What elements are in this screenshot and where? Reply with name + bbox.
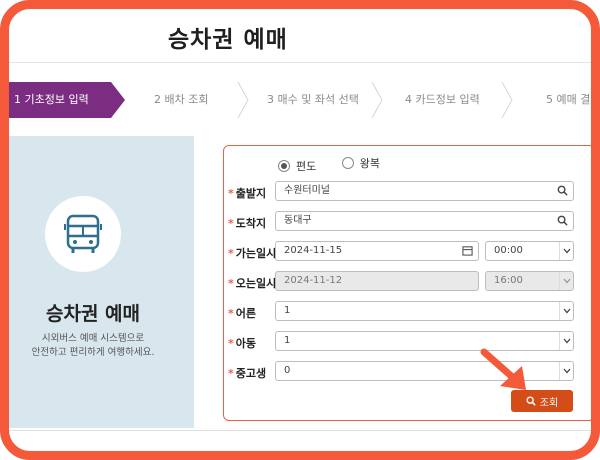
step-chevron-icon (371, 82, 383, 118)
intro-desc-line-1: 시외버스 예매 시스템으로 (41, 333, 145, 344)
student-label: 중고생 (235, 367, 267, 380)
chevron-down-icon (559, 302, 573, 320)
go-time-select[interactable]: 00:00 (485, 241, 574, 261)
step-4-card-info[interactable]: 4 카드정보 입력 (405, 82, 480, 118)
search-button-label: 조회 (539, 397, 559, 409)
intro-title: 승차권 예매 (45, 303, 140, 325)
return-date-value: 2024-11-12 (284, 275, 343, 286)
return-date-input: 2024-11-12 (275, 271, 479, 291)
go-date-value: 2024-11-15 (284, 245, 343, 256)
search-icon[interactable] (557, 215, 568, 226)
page-title: 승차권 예매 (168, 27, 288, 53)
bus-icon (64, 214, 102, 253)
arrow-pointer-icon (480, 348, 526, 390)
chevron-down-icon (559, 242, 573, 260)
chevron-down-icon (559, 272, 573, 290)
intro-desc-line-2: 안전하고 편리하게 여행하세요. (31, 347, 155, 358)
adult-label: 어른 (235, 307, 257, 320)
oneway-radio[interactable]: 편도 (278, 158, 316, 174)
roundtrip-label: 왕복 (359, 157, 380, 170)
child-count-value: 1 (284, 335, 291, 346)
arrival-label: 도착지 (235, 217, 267, 230)
intro-panel: 승차권 예매 시외버스 예매 시스템으로 안전하고 편리하게 여행하세요. (8, 136, 194, 428)
oneway-label: 편도 (296, 160, 317, 173)
radio-selected-icon (278, 160, 290, 172)
step-1-basic-info[interactable]: 1 기초정보 입력 (8, 82, 125, 118)
go-date-input[interactable]: 2024-11-15 (275, 241, 479, 261)
header-divider (8, 62, 592, 63)
arrival-input[interactable]: 동대구 (275, 211, 574, 231)
trip-type-radio-group: 편도 왕복 (278, 155, 402, 174)
radio-unselected-icon (341, 157, 354, 169)
search-icon[interactable] (557, 185, 568, 196)
step-2-dispatch-search[interactable]: 2 배차 조회 (154, 82, 208, 118)
chevron-down-icon (559, 362, 573, 380)
child-row: * 아동 1 (224, 331, 596, 353)
return-time-select: 16:00 (485, 271, 574, 291)
adult-row: * 어른 1 (224, 301, 596, 323)
adult-count-value: 1 (284, 305, 291, 316)
departure-label: 출발지 (235, 187, 267, 200)
step-5-complete[interactable]: 5 예매 결 (546, 82, 590, 118)
departure-input[interactable]: 수원터미널 (275, 181, 574, 201)
departure-value: 수원터미널 (284, 185, 330, 196)
step-chevron-icon (237, 82, 249, 118)
return-date-label: 오는일시 (235, 277, 277, 290)
booking-form: 편도 왕복 * 출발지 수원터미널 * 도착지 동대구 * 가는일시 2024-11-… (223, 145, 595, 421)
bus-icon-badge (45, 196, 121, 272)
step-progress-bar: 1 기초정보 입력 2 배차 조회 3 매수 및 좌석 선택 4 카드정보 입력… (8, 82, 600, 118)
adult-count-select[interactable]: 1 (275, 301, 574, 321)
arrival-value: 동대구 (284, 215, 312, 226)
return-time-value: 16:00 (494, 275, 523, 286)
student-count-value: 0 (284, 365, 291, 376)
bottom-divider (8, 430, 592, 431)
departure-row: * 출발지 수원터미널 (224, 181, 596, 203)
chevron-down-icon (559, 332, 573, 350)
step-3-seat-select[interactable]: 3 매수 및 좌석 선택 (267, 82, 359, 118)
child-label: 아동 (235, 337, 257, 350)
arrival-row: * 도착지 동대구 (224, 211, 596, 233)
page-header: 승차권 예매 (0, 0, 600, 63)
go-date-label: 가는일시 (235, 247, 277, 260)
roundtrip-radio[interactable]: 왕복 (341, 155, 380, 171)
intro-description: 시외버스 예매 시스템으로 안전하고 편리하게 여행하세요. (8, 332, 178, 360)
search-icon (526, 396, 536, 406)
go-date-row: * 가는일시 2024-11-15 00:00 (224, 241, 596, 263)
go-time-value: 00:00 (494, 245, 523, 256)
student-row: * 중고생 0 (224, 361, 596, 383)
calendar-icon[interactable] (462, 245, 473, 256)
return-date-row: * 오는일시 2024-11-12 16:00 (224, 271, 596, 293)
step-chevron-icon (501, 82, 513, 118)
